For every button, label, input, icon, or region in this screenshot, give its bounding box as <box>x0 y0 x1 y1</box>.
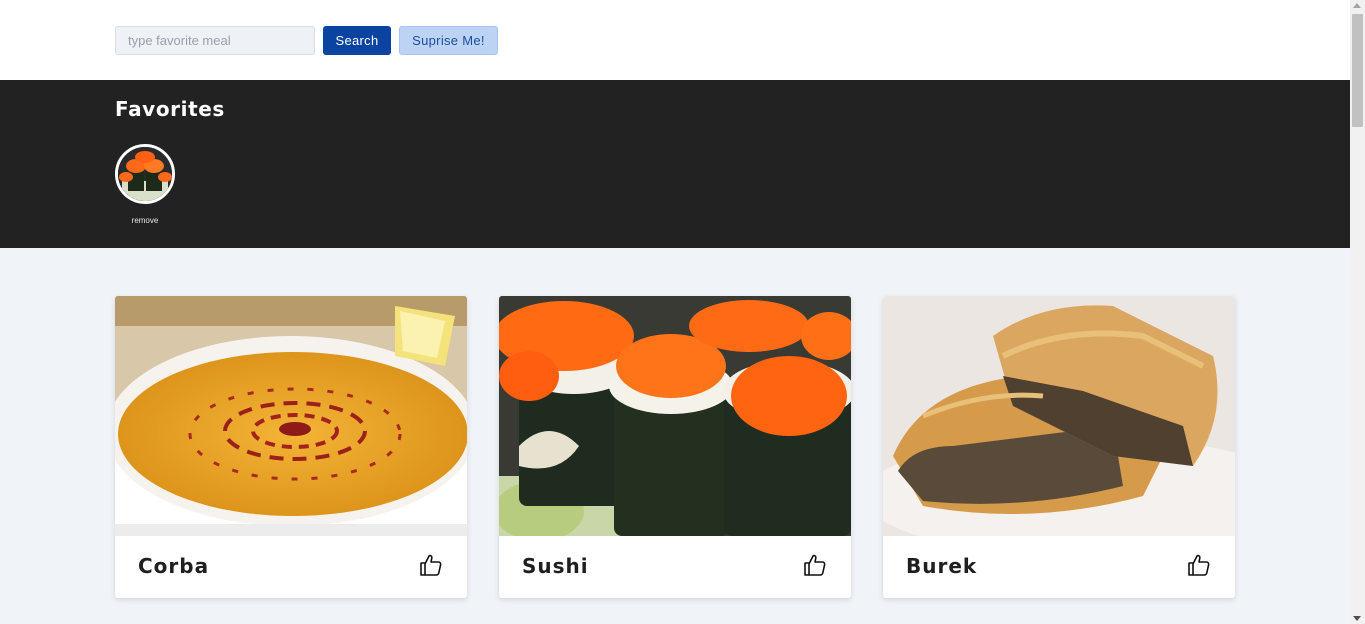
meal-card: Burek <box>883 296 1235 598</box>
thumbs-up-icon[interactable] <box>1187 553 1211 577</box>
scroll-up-arrow-icon[interactable] <box>1353 3 1361 8</box>
corba-image <box>115 296 467 536</box>
meal-card-footer: Sushi <box>499 536 851 598</box>
meal-image <box>115 296 467 536</box>
surprise-me-button[interactable]: Suprise Me! <box>399 26 498 55</box>
search-bar: Search Suprise Me! <box>0 0 1350 80</box>
meal-title: Sushi <box>522 554 589 578</box>
meal-card-footer: Corba <box>115 536 467 598</box>
remove-favorite-link[interactable]: remove <box>115 216 175 225</box>
search-button[interactable]: Search <box>323 26 391 55</box>
thumbs-up-icon[interactable] <box>803 553 827 577</box>
favorites-title: Favorites <box>115 97 225 121</box>
meal-card: Sushi <box>499 296 851 598</box>
meal-title: Corba <box>138 554 210 578</box>
meals-grid: Corba Sushi Burek <box>0 248 1350 624</box>
meal-card-footer: Burek <box>883 536 1235 598</box>
burek-image <box>883 296 1235 536</box>
meal-title: Burek <box>906 554 978 578</box>
scrollbar-thumb[interactable] <box>1352 14 1363 127</box>
favorite-thumbnail[interactable] <box>115 144 175 204</box>
sushi-image <box>499 296 851 536</box>
scroll-down-arrow-icon[interactable] <box>1353 616 1361 621</box>
meal-image <box>883 296 1235 536</box>
thumbs-up-icon[interactable] <box>419 553 443 577</box>
favorites-section: Favorites remove <box>0 80 1350 248</box>
vertical-scrollbar[interactable] <box>1350 0 1365 624</box>
meal-image <box>499 296 851 536</box>
favorite-item: remove <box>115 144 175 225</box>
search-input[interactable] <box>115 26 315 55</box>
meal-card: Corba <box>115 296 467 598</box>
sushi-image <box>118 147 172 201</box>
